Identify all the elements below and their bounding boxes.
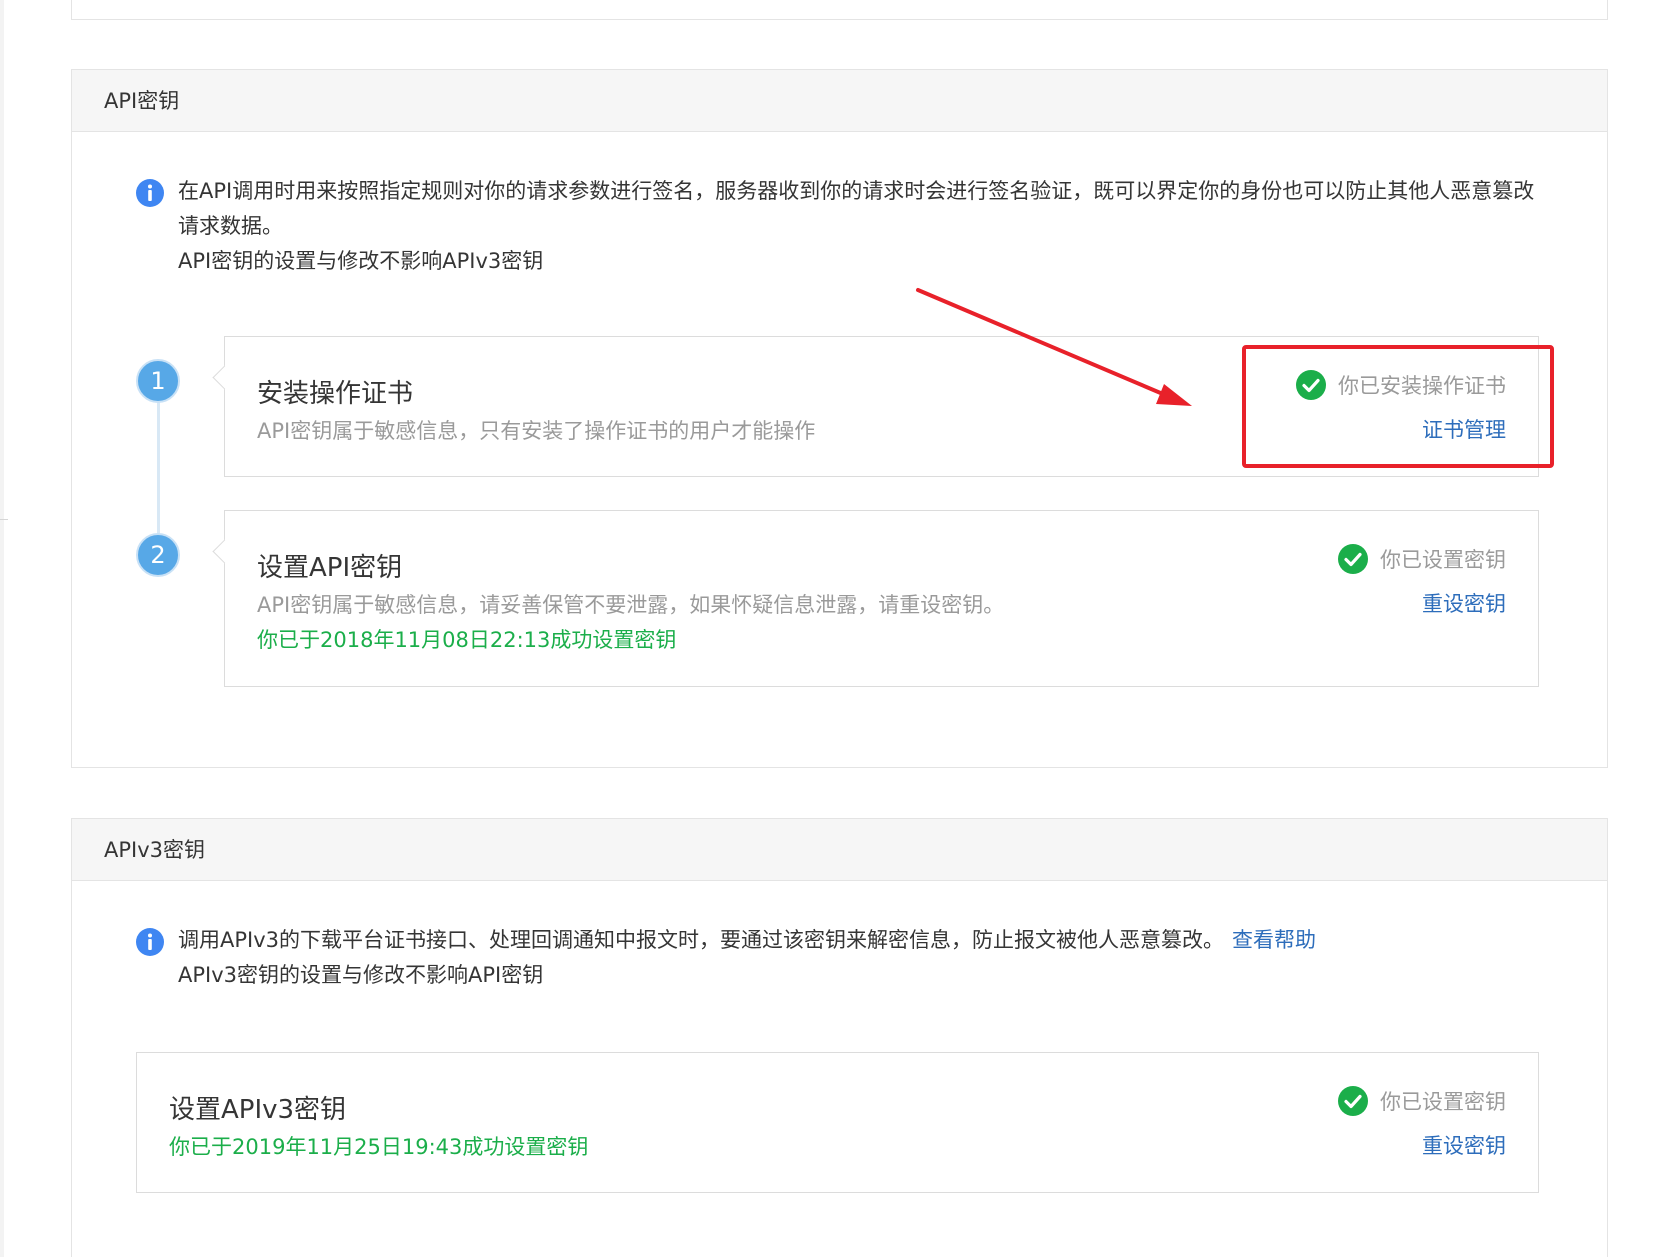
apiv3-key-info-note: APIv3密钥的设置与修改不影响API密钥 — [178, 963, 544, 987]
card-pointer — [212, 365, 237, 390]
step-number-1: 1 — [136, 359, 180, 403]
api-key-status-text: 你已设置密钥 — [1380, 548, 1506, 572]
api-key-success-message: 你已于2018年11月08日22:13成功设置密钥 — [257, 628, 677, 652]
card-pointer — [212, 539, 237, 564]
left-edge-divider — [0, 519, 8, 520]
left-edge-scrollbar — [0, 0, 4, 1257]
check-circle-icon — [1338, 1086, 1368, 1116]
api-key-info: 在API调用时用来按照指定规则对你的请求参数进行签名，服务器收到你的请求时会进行… — [136, 174, 1547, 279]
api-key-info-text: 在API调用时用来按照指定规则对你的请求参数进行签名，服务器收到你的请求时会进行… — [178, 179, 1535, 238]
apiv3-key-info: 调用APIv3的下载平台证书接口、处理回调通知中报文时，要通过该密钥来解密信息，… — [136, 923, 1547, 993]
install-certificate-title: 安装操作证书 — [257, 379, 414, 409]
step-number-2: 2 — [136, 533, 180, 577]
reset-apiv3-key-link[interactable]: 重设密钥 — [1422, 1130, 1506, 1160]
apiv3-key-success-message: 你已于2019年11月25日19:43成功设置密钥 — [169, 1135, 589, 1159]
previous-panel-bottom — [71, 0, 1608, 20]
set-apiv3-key-title: 设置APIv3密钥 — [169, 1095, 347, 1125]
apiv3-key-status-text: 你已设置密钥 — [1380, 1090, 1506, 1114]
info-icon — [136, 179, 164, 207]
apiv3-key-info-text: 调用APIv3的下载平台证书接口、处理回调通知中报文时，要通过该密钥来解密信息，… — [178, 928, 1225, 952]
api-key-status: 你已设置密钥 — [1338, 544, 1506, 574]
apiv3-key-status: 你已设置密钥 — [1338, 1086, 1506, 1116]
apiv3-key-panel-title: APIv3密钥 — [72, 819, 1607, 881]
step-connector — [157, 401, 160, 541]
apiv3-key-panel: APIv3密钥 调用APIv3的下载平台证书接口、处理回调通知中报文时，要通过该… — [71, 818, 1608, 1257]
api-key-panel-title: API密钥 — [72, 70, 1607, 132]
check-circle-icon — [1338, 544, 1368, 574]
page: API密钥 在API调用时用来按照指定规则对你的请求参数进行签名，服务器收到你的… — [0, 0, 1673, 1257]
set-apiv3-key-card: 设置APIv3密钥 你已于2019年11月25日19:43成功设置密钥 你已设置… — [136, 1052, 1539, 1193]
set-api-key-desc: API密钥属于敏感信息，请妥善保管不要泄露，如果怀疑信息泄露，请重设密钥。 — [257, 593, 1005, 617]
api-key-info-note: API密钥的设置与修改不影响APIv3密钥 — [178, 249, 544, 273]
info-icon — [136, 928, 164, 956]
set-api-key-card: 设置API密钥 API密钥属于敏感信息，请妥善保管不要泄露，如果怀疑信息泄露，请… — [212, 510, 1539, 687]
highlight-box-annotation — [1242, 345, 1554, 468]
view-help-link[interactable]: 查看帮助 — [1232, 928, 1316, 952]
set-api-key-title: 设置API密钥 — [257, 553, 403, 583]
install-certificate-desc: API密钥属于敏感信息，只有安装了操作证书的用户才能操作 — [257, 419, 816, 443]
reset-api-key-link[interactable]: 重设密钥 — [1422, 588, 1506, 618]
